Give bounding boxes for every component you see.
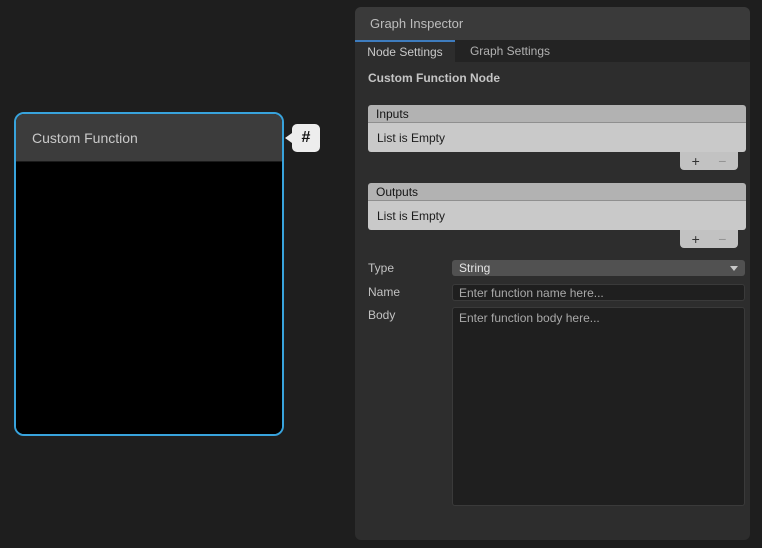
plus-icon: + [692, 153, 700, 169]
plus-icon: + [692, 231, 700, 247]
outputs-list-footer: + − [680, 230, 738, 248]
inputs-list: Inputs List is Empty + − [368, 105, 746, 170]
panel-title: Graph Inspector [370, 16, 463, 31]
name-label: Name [368, 284, 400, 300]
node-hash-badge[interactable]: # [292, 124, 320, 152]
outputs-list: Outputs List is Empty + − [368, 183, 746, 248]
node-preview-area [16, 163, 282, 434]
hash-icon: # [302, 129, 311, 147]
body-label: Body [368, 307, 395, 323]
type-label: Type [368, 260, 394, 276]
inputs-empty-text: List is Empty [377, 131, 445, 145]
inputs-remove-button[interactable]: − [711, 152, 733, 170]
inputs-list-title: Inputs [376, 107, 409, 121]
outputs-empty-row: List is Empty [368, 201, 746, 230]
type-dropdown[interactable]: String [452, 260, 745, 276]
inputs-list-footer: + − [680, 152, 738, 170]
panel-header[interactable]: Graph Inspector [355, 7, 750, 40]
outputs-add-button[interactable]: + [685, 230, 707, 248]
custom-function-node[interactable]: Custom Function [14, 112, 284, 436]
tab-graph-settings-label: Graph Settings [470, 44, 550, 58]
shader-graph-workspace: { "canvas": { "node": { "title": "Custom… [0, 0, 762, 548]
inputs-add-button[interactable]: + [685, 152, 707, 170]
outputs-list-title: Outputs [376, 185, 418, 199]
inputs-empty-row: List is Empty [368, 123, 746, 152]
tab-node-settings-label: Node Settings [367, 45, 442, 59]
outputs-remove-button[interactable]: − [711, 230, 733, 248]
section-title: Custom Function Node [368, 71, 500, 85]
function-name-input[interactable] [452, 284, 745, 301]
minus-icon: − [718, 231, 726, 247]
node-header[interactable]: Custom Function [16, 114, 282, 162]
tab-node-settings[interactable]: Node Settings [355, 40, 455, 62]
function-body-input[interactable] [452, 307, 745, 506]
tab-bar: Node Settings Graph Settings [355, 40, 750, 62]
outputs-list-header[interactable]: Outputs [368, 183, 746, 201]
minus-icon: − [718, 153, 726, 169]
outputs-empty-text: List is Empty [377, 209, 445, 223]
node-title: Custom Function [32, 130, 138, 146]
badge-tail-pointer [285, 133, 292, 143]
inputs-list-header[interactable]: Inputs [368, 105, 746, 123]
type-dropdown-value: String [459, 261, 490, 275]
tab-graph-settings[interactable]: Graph Settings [455, 40, 565, 62]
graph-inspector-panel: Graph Inspector Node Settings Graph Sett… [355, 7, 750, 540]
chevron-down-icon [730, 266, 738, 271]
